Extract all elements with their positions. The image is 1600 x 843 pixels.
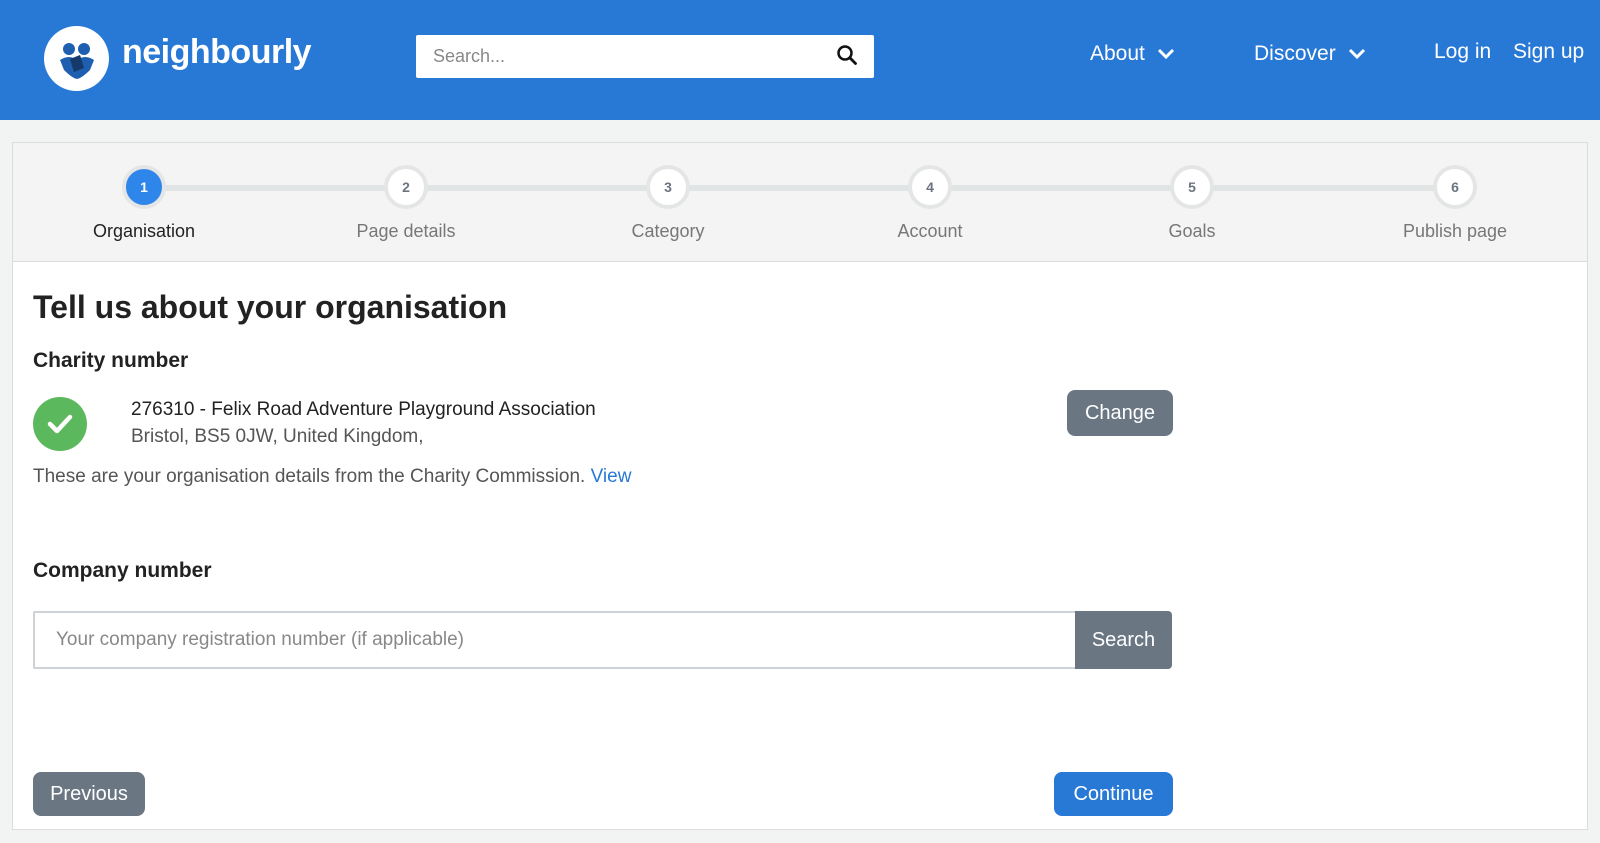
- charity-name: 276310 - Felix Road Adventure Playground…: [131, 399, 596, 420]
- charity-number-label: Charity number: [33, 349, 189, 372]
- step-number: 4: [908, 165, 952, 209]
- step-number: 6: [1433, 165, 1477, 209]
- view-link[interactable]: View: [591, 466, 632, 487]
- change-button[interactable]: Change: [1067, 390, 1173, 436]
- step-number: 5: [1170, 165, 1214, 209]
- continue-button[interactable]: Continue: [1054, 772, 1173, 816]
- step-account[interactable]: 4 Account: [850, 165, 1010, 242]
- brand-name[interactable]: neighbourly: [122, 33, 312, 72]
- step-label: Account: [897, 221, 963, 241]
- chevron-down-icon: [1348, 48, 1365, 60]
- step-category[interactable]: 3 Category: [588, 165, 748, 242]
- search-box: [416, 35, 874, 78]
- step-organisation[interactable]: 1 Organisation: [64, 165, 224, 242]
- step-label: Goals: [1168, 221, 1216, 241]
- company-number-input[interactable]: [33, 611, 1075, 669]
- page-title: Tell us about your organisation: [33, 289, 508, 325]
- step-label: Page details: [356, 221, 456, 241]
- form-card: 1 Organisation 2 Page details 3 Category…: [12, 142, 1588, 830]
- step-label: Publish page: [1402, 221, 1508, 241]
- charity-info: These are your organisation details from…: [33, 466, 631, 488]
- search-input[interactable]: [416, 35, 816, 78]
- check-icon: [33, 397, 87, 451]
- charity-info-text: These are your organisation details from…: [33, 466, 586, 487]
- nav-discover-label: Discover: [1254, 42, 1336, 65]
- step-number: 3: [646, 165, 690, 209]
- nav-discover[interactable]: Discover: [1254, 42, 1366, 66]
- progress-stepper: 1 Organisation 2 Page details 3 Category…: [13, 143, 1587, 262]
- step-number: 2: [384, 165, 428, 209]
- logo-icon[interactable]: [44, 26, 109, 91]
- search-icon[interactable]: [836, 44, 858, 71]
- site-header: neighbourly About Discover Log in Sign u…: [0, 0, 1600, 120]
- signup-link[interactable]: Sign up: [1513, 40, 1584, 64]
- nav-about-label: About: [1090, 42, 1145, 65]
- previous-button[interactable]: Previous: [33, 772, 145, 816]
- nav-about[interactable]: About: [1090, 42, 1175, 66]
- login-link[interactable]: Log in: [1434, 40, 1491, 64]
- step-number: 1: [122, 165, 166, 209]
- company-search-button[interactable]: Search: [1075, 611, 1172, 669]
- step-publish-page[interactable]: 6 Publish page: [1375, 165, 1535, 242]
- company-number-label: Company number: [33, 559, 212, 582]
- charity-address: Bristol, BS5 0JW, United Kingdom,: [131, 426, 424, 447]
- step-label: Organisation: [92, 221, 196, 241]
- step-goals[interactable]: 5 Goals: [1112, 165, 1272, 242]
- step-page-details[interactable]: 2 Page details: [326, 165, 486, 242]
- chevron-down-icon: [1157, 48, 1174, 60]
- step-label: Category: [631, 221, 705, 241]
